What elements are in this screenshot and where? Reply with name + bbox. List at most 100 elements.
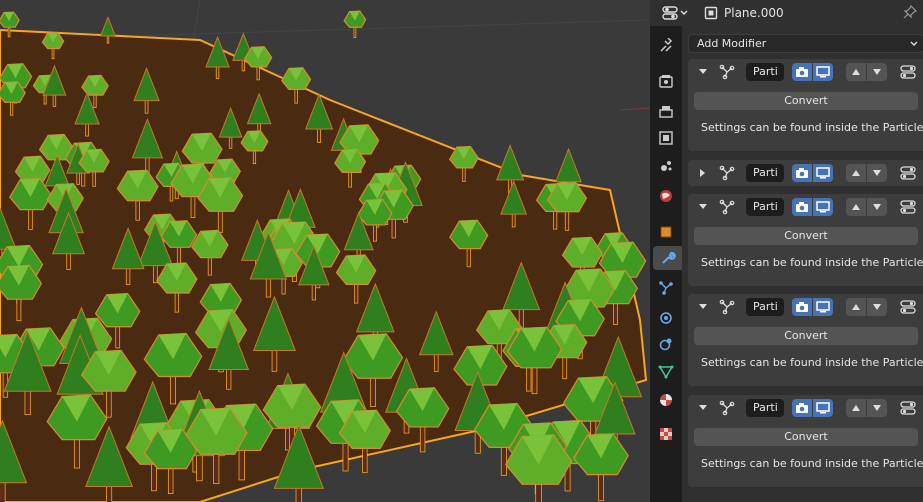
modifier-header[interactable]: Parti — [688, 294, 923, 320]
modifier-name-field[interactable]: Parti — [746, 399, 784, 417]
modifier-options-button[interactable] — [898, 198, 918, 216]
camera-icon — [796, 67, 808, 77]
tab-render[interactable] — [653, 70, 679, 94]
convert-button[interactable]: Convert — [694, 92, 918, 110]
tab-scene[interactable] — [653, 154, 679, 178]
modifier-options-button[interactable] — [898, 298, 918, 316]
modifier-name-field[interactable]: Parti — [746, 298, 784, 316]
convert-button[interactable]: Convert — [694, 227, 918, 245]
particle-system-icon — [719, 64, 735, 80]
modifier-options-button[interactable] — [898, 164, 918, 182]
move-down-button[interactable] — [867, 164, 887, 182]
modifier-panel: Parti — [688, 160, 923, 186]
modifier-panel: Parti Convert Settings can be found inside… — [688, 294, 923, 386]
show-in-viewport-toggle[interactable] — [813, 198, 833, 216]
tab-texture[interactable] — [653, 422, 679, 446]
show-in-render-toggle[interactable] — [792, 399, 812, 417]
properties-editor: Plane.000 Add Modifier Parti Convert Setti… — [650, 0, 923, 502]
camera-icon — [796, 202, 808, 212]
expanded-arrow-icon[interactable] — [698, 67, 708, 77]
tab-output[interactable] — [653, 100, 679, 124]
tab-tool[interactable] — [653, 34, 679, 58]
editor-type-button[interactable] — [662, 4, 690, 22]
object-name-field[interactable]: Plane.000 — [704, 4, 784, 22]
show-in-viewport-toggle[interactable] — [813, 298, 833, 316]
tab-view-layer[interactable] — [653, 126, 679, 150]
expanded-arrow-icon[interactable] — [698, 202, 708, 212]
modifier-options-button[interactable] — [898, 399, 918, 417]
move-down-button[interactable] — [867, 198, 887, 216]
tab-world[interactable] — [653, 184, 679, 208]
move-up-button[interactable] — [846, 399, 866, 417]
chevron-down-icon — [910, 41, 918, 46]
tool-icon — [660, 38, 673, 52]
show-in-render-toggle[interactable] — [792, 164, 812, 182]
modifier-info-text: Settings can be found inside the Particl… — [701, 256, 923, 269]
object-data-icon — [704, 6, 718, 20]
modifier-name-field[interactable]: Parti — [746, 164, 784, 182]
particle-system-icon — [719, 400, 735, 416]
leafy-tree — [343, 10, 367, 38]
toggle-options-icon — [900, 200, 916, 214]
triangle-down-icon — [873, 170, 881, 176]
modifier-panel: Parti Convert Settings can be found inside… — [688, 59, 923, 151]
mesh-data-icon — [658, 365, 674, 379]
modifier-header[interactable]: Parti — [688, 395, 923, 421]
toggle-options-icon — [900, 300, 916, 314]
triangle-up-icon — [852, 170, 860, 176]
properties-tabs — [650, 26, 682, 502]
3d-viewport[interactable] — [0, 0, 650, 502]
move-up-button[interactable] — [846, 198, 866, 216]
pin-icon — [903, 4, 918, 19]
triangle-down-icon — [873, 304, 881, 310]
add-modifier-label: Add Modifier — [697, 37, 767, 50]
move-down-button[interactable] — [867, 63, 887, 81]
modifier-header[interactable]: Parti — [688, 160, 923, 186]
monitor-icon — [816, 402, 830, 414]
expanded-arrow-icon[interactable] — [698, 403, 708, 413]
collapsed-arrow-icon[interactable] — [698, 168, 708, 178]
convert-button[interactable]: Convert — [694, 428, 918, 446]
scene-canvas[interactable] — [0, 0, 650, 502]
physics-icon — [660, 312, 672, 324]
leafy-tree — [573, 433, 629, 502]
move-up-button[interactable] — [846, 164, 866, 182]
show-in-render-toggle[interactable] — [792, 63, 812, 81]
move-down-button[interactable] — [867, 399, 887, 417]
toggle-options-icon — [900, 65, 916, 79]
tab-particles[interactable] — [653, 276, 679, 300]
modifier-name-field[interactable]: Parti — [746, 63, 784, 81]
tab-physics[interactable] — [653, 306, 679, 330]
expanded-arrow-icon[interactable] — [698, 302, 708, 312]
tab-constraints[interactable] — [653, 332, 679, 356]
pin-button[interactable] — [903, 4, 918, 22]
move-up-button[interactable] — [846, 63, 866, 81]
monitor-icon — [816, 167, 830, 179]
particle-system-icon — [719, 165, 735, 181]
add-modifier-dropdown[interactable]: Add Modifier — [688, 34, 923, 53]
constraints-icon — [659, 338, 672, 351]
show-in-viewport-toggle[interactable] — [813, 63, 833, 81]
material-icon — [660, 394, 672, 406]
show-in-viewport-toggle[interactable] — [813, 399, 833, 417]
move-up-button[interactable] — [846, 298, 866, 316]
modifier-header[interactable]: Parti — [688, 59, 923, 85]
triangle-up-icon — [852, 204, 860, 210]
tab-wrench[interactable] — [653, 246, 682, 270]
output-icon — [659, 106, 673, 118]
particle-system-icon — [719, 299, 735, 315]
move-down-button[interactable] — [867, 298, 887, 316]
convert-button[interactable]: Convert — [694, 327, 918, 345]
monitor-icon — [816, 201, 830, 213]
modifier-options-button[interactable] — [898, 63, 918, 81]
modifier-info-text: Settings can be found inside the Particl… — [701, 457, 923, 470]
modifier-name-field[interactable]: Parti — [746, 198, 784, 216]
tab-object[interactable] — [653, 220, 679, 244]
show-in-viewport-toggle[interactable] — [813, 164, 833, 182]
tab-material[interactable] — [653, 388, 679, 412]
modifier-header[interactable]: Parti — [688, 194, 923, 220]
tab-mesh-data[interactable] — [653, 360, 679, 384]
triangle-up-icon — [852, 405, 860, 411]
show-in-render-toggle[interactable] — [792, 198, 812, 216]
show-in-render-toggle[interactable] — [792, 298, 812, 316]
